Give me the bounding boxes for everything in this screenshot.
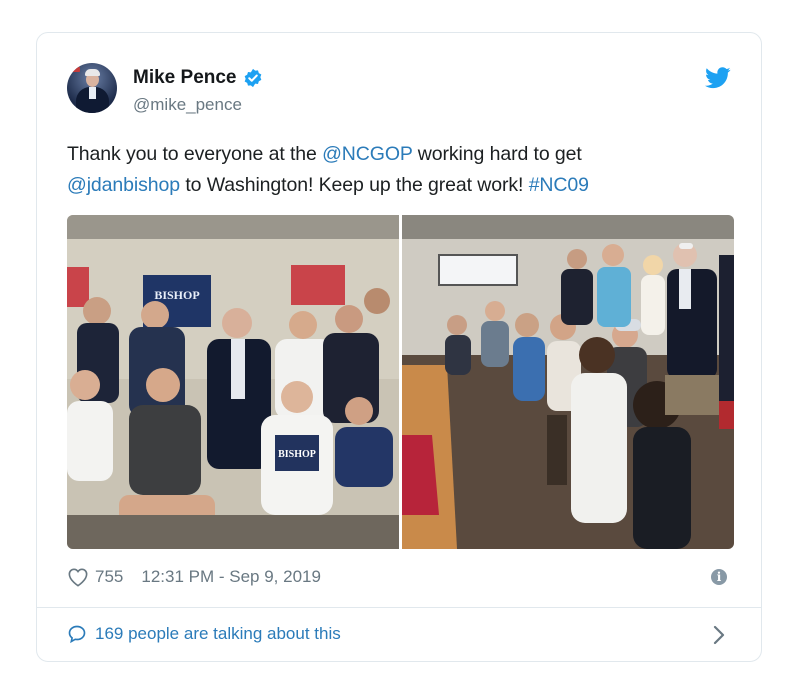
twitter-bird-icon[interactable]	[705, 67, 731, 89]
avatar-badge	[70, 67, 80, 72]
like-count[interactable]: 755	[95, 567, 123, 587]
tweet-text-part: Thank you to everyone at the	[67, 143, 323, 165]
group-photo: BISHOP BISHOP	[67, 215, 734, 549]
mention-link-ncgop[interactable]: @NCGOP	[322, 143, 412, 165]
tweet-card[interactable]: Mike Pence @mike_pence Thank you to ever…	[36, 32, 762, 662]
campaign-sign-text: BISHOP	[154, 288, 199, 302]
tweet-text: Thank you to everyone at the @NCGOP work…	[67, 139, 727, 201]
hashtag-link[interactable]: #NC09	[529, 174, 589, 196]
mention-link-jdanbishop[interactable]: @jdanbishop	[67, 174, 180, 196]
avatar-figure-shirt	[89, 87, 96, 99]
author-name-row[interactable]: Mike Pence	[133, 67, 263, 89]
tweet-photo[interactable]: BISHOP BISHOP	[67, 215, 734, 549]
speech-bubble-icon	[68, 625, 86, 644]
shirt-text: BISHOP	[278, 449, 316, 460]
chevron-right-icon[interactable]	[713, 625, 725, 645]
conversation-label[interactable]: 169 people are talking about this	[95, 624, 341, 644]
author-avatar[interactable]	[67, 63, 117, 113]
author-name[interactable]: Mike Pence	[133, 67, 237, 89]
avatar-figure-hair	[85, 69, 100, 76]
author-handle[interactable]: @mike_pence	[133, 95, 242, 115]
info-icon[interactable]: i	[711, 569, 727, 585]
heart-icon[interactable]	[67, 567, 89, 587]
conversation-link[interactable]: 169 people are talking about this	[67, 624, 341, 644]
verified-badge-icon	[244, 68, 261, 88]
tweet-timestamp[interactable]: 12:31 PM - Sep 9, 2019	[141, 567, 321, 587]
tweet-meta: 755 12:31 PM - Sep 9, 2019	[67, 567, 321, 587]
card-divider	[37, 607, 761, 608]
tweet-text-part: working hard to get	[412, 143, 582, 165]
tweet-text-part: to Washington! Keep up the great work!	[180, 174, 529, 196]
